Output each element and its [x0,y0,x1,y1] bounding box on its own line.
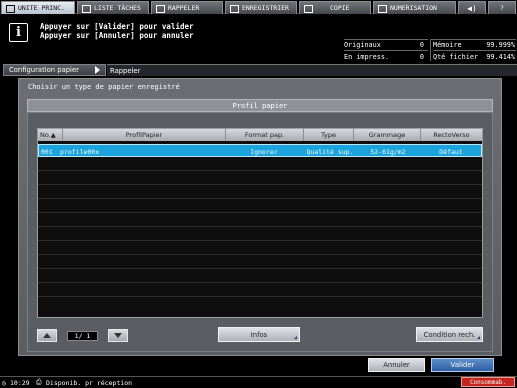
clock-icon: ◷ [2,379,6,387]
corner-indicator-icon [294,336,297,339]
infos-label: Infos [250,330,268,339]
paper-profile-table: No.▲ ProfilPapier Format pap. Type Gramm… [37,128,483,318]
table-row-empty[interactable] [38,186,482,199]
cell-format: Ignorer [250,147,278,156]
condition-recherche-button[interactable]: Condition rech. [416,327,483,342]
page-down-button[interactable] [108,329,128,342]
originaux-label: Originaux [344,41,381,49]
tab-label: NUMERISATION [390,4,437,12]
printer-icon: ⎙ [36,378,42,386]
column-header-no[interactable]: No.▲ [38,129,63,141]
table-row-empty[interactable] [38,228,482,241]
help-label: ? [500,4,504,12]
recall-icon [155,4,165,13]
cell-grammage: 52-61g/m2 [370,147,406,156]
message-line-1: Appuyer sur [Valider] pour valider [40,22,194,31]
tab-label: ENREGISTRIER [242,4,289,12]
copy-icon [303,4,313,13]
column-header-profil[interactable]: ProfilPapier [63,129,226,141]
column-header-rectoverso[interactable]: RectoVerso [421,129,482,141]
memoire-value: 99.999% [486,41,515,49]
tab-unite-principale[interactable]: UNITE PRINC. [1,1,75,14]
valider-label: Valider [450,361,475,369]
arrow-up-icon [43,333,51,338]
table-row-empty[interactable] [38,270,482,283]
breadcrumb-arrow-icon [95,66,100,74]
volume-icon: ◀) [467,3,477,13]
tab-rappeler[interactable]: RAPPELER [151,1,223,14]
status-text: Disponib. pr réception [46,379,133,387]
column-header-type[interactable]: Type [304,129,354,141]
top-tab-bar: UNITE PRINC. LISTE TÂCHES RAPPELER ENREG… [0,0,517,14]
cell-rectoverso: Défaut [439,147,463,156]
qte-fichier-label: Qté fichier [433,52,479,61]
qte-fichier-value: 99.414% [486,52,515,61]
impress-label: En impress. [344,52,390,61]
consumables-alert-button[interactable]: Consommab. [461,377,515,387]
tab-liste-taches[interactable]: LISTE TÂCHES [77,1,149,14]
cell-type: Qualité sup. [306,147,354,156]
page-indicator: 1/ 1 [67,331,98,341]
list-icon [81,4,91,13]
page-up-button[interactable] [37,329,57,342]
help-button[interactable]: ? [488,1,516,14]
valider-button[interactable]: Valider [431,358,494,372]
table-row-empty[interactable] [38,158,482,171]
table-row-empty[interactable] [38,214,482,227]
column-header-format[interactable]: Format pap. [226,129,304,141]
table-row-empty[interactable] [38,242,482,255]
tab-enregistrer[interactable]: ENREGISTRIER [225,1,297,14]
table-row-empty[interactable] [38,200,482,213]
table-row-empty[interactable] [38,256,482,269]
memory-counters: Mémoire 99.999% Qté fichier 99.414% [430,39,516,61]
job-counters: Originaux 0 En impress. 0 [344,39,428,61]
consumables-label: Consommab. [469,378,507,386]
table-row[interactable]: 001 profile00x Ignorer Qualité sup. 52-6… [38,144,482,157]
memoire-label: Mémoire [433,41,462,49]
home-icon [5,4,15,13]
scan-icon [377,4,387,13]
column-header-grammage[interactable]: Grammage [354,129,421,141]
annuler-label: Annuler [383,361,410,369]
originaux-value: 0 [419,41,424,49]
infos-button[interactable]: Infos [218,327,300,342]
table-row-empty[interactable] [38,298,482,311]
tab-label: UNITE PRINC. [18,4,65,12]
tab-label: COPIE [330,4,350,12]
tab-numerisation[interactable]: NUMERISATION [373,1,456,14]
impress-value: 0 [419,52,424,61]
instruction-message: Appuyer sur [Valider] pour valider Appuye… [40,22,194,40]
table-row-empty[interactable] [38,284,482,297]
cell-no: 001 [41,147,53,156]
save-icon [229,4,239,13]
volume-button[interactable]: ◀) [458,1,486,14]
cell-profil: profile00x [60,147,100,156]
condition-label: Condition rech. [423,330,476,339]
breadcrumb-parent[interactable]: Configuration papier [3,64,106,76]
annuler-button[interactable]: Annuler [368,358,425,372]
message-line-2: Appuyer sur [Annuler] pour annuler [40,31,194,40]
tab-copie[interactable]: COPIE [299,1,371,14]
corner-indicator-icon [477,336,480,339]
info-icon: i [9,23,28,42]
profile-header: Profil papier [27,99,493,112]
arrow-down-icon [114,333,122,338]
breadcrumb-current: Rappeler [107,64,517,76]
status-time: 10:29 [10,379,30,387]
tab-label: RAPPELER [168,4,200,12]
table-row-empty[interactable] [38,172,482,185]
status-bar: ◷ 10:29 ⎙ Disponib. pr réception [0,376,517,388]
tab-label: LISTE TÂCHES [94,4,141,12]
dialog-subtitle: Choisir un type de papier enregistré [28,83,180,91]
